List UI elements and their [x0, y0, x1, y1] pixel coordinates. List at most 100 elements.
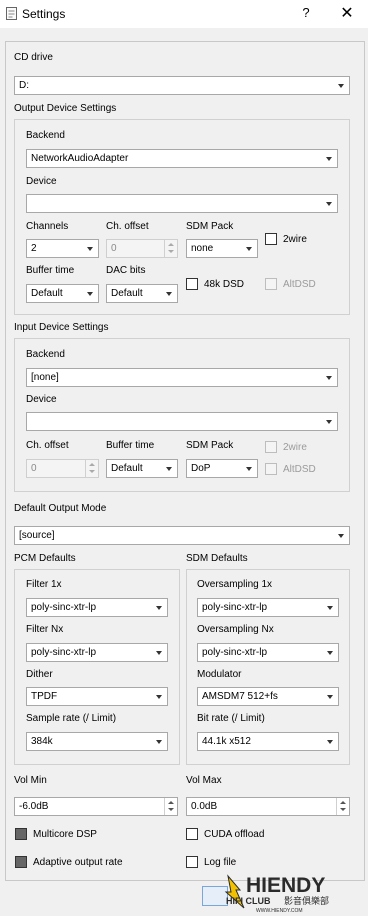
spin-up-icon	[168, 801, 174, 804]
dsd48k-label: 48k DSD	[204, 279, 245, 290]
vol-max-value: 0.0dB	[191, 801, 218, 812]
dsd48k-checkbox[interactable]	[186, 278, 198, 290]
output-device-settings-label: Output Device Settings	[14, 103, 117, 114]
input-altdsd-label: AltDSD	[283, 464, 316, 475]
input-buffer-time-select[interactable]: Default	[106, 459, 178, 478]
cuda-offload-checkbox[interactable]	[186, 828, 198, 840]
chevron-down-icon	[326, 420, 332, 424]
hiendy-watermark-logo: HIENDY HIFI CLUB 影音俱樂部 WWW.HIENDY.COM	[224, 874, 329, 914]
pcm-defaults-label: PCM Defaults	[14, 553, 76, 564]
default-output-mode-select[interactable]: [source]	[14, 526, 350, 545]
help-button[interactable]: ?	[298, 5, 314, 23]
sdm-defaults-label: SDM Defaults	[186, 553, 248, 564]
pcm-dither-label: Dither	[26, 669, 53, 680]
pcm-filter1x-value: poly-sinc-xtr-lp	[31, 602, 97, 613]
output-sdm-pack-select[interactable]: none	[186, 239, 258, 258]
input-ch-offset-value: 0	[31, 463, 37, 474]
sdm-bit-rate-label: Bit rate (/ Limit)	[197, 713, 265, 724]
channels-select[interactable]: 2	[26, 239, 99, 258]
log-file-label: Log file	[204, 857, 237, 868]
chevron-down-icon	[246, 247, 252, 251]
chevron-down-icon	[166, 292, 172, 296]
chevron-down-icon	[338, 84, 344, 88]
dac-bits-select[interactable]: Default	[106, 284, 178, 303]
club-cn-text: 影音俱樂部	[284, 895, 329, 907]
sdm-os1x-select[interactable]: poly-sinc-xtr-lp	[197, 598, 339, 617]
sdm-bit-rate-select[interactable]: 44.1k x512	[197, 732, 339, 751]
sdm-osnx-value: poly-sinc-xtr-lp	[202, 647, 268, 658]
chevron-down-icon	[326, 376, 332, 380]
pcm-sample-rate-select[interactable]: 384k	[26, 732, 168, 751]
input-ch-offset-spinbox[interactable]: 0	[26, 459, 99, 478]
window-title: Settings	[22, 7, 66, 21]
vol-min-value: -6.0dB	[19, 801, 49, 812]
title-bar: Settings ? ✕	[0, 0, 368, 28]
pcm-filternx-label: Filter Nx	[26, 624, 64, 635]
adaptive-output-rate-checkbox[interactable]	[15, 856, 27, 868]
output-buffer-time-label: Buffer time	[26, 265, 75, 276]
output-2wire-label: 2wire	[283, 234, 307, 245]
spin-up-icon	[340, 801, 346, 804]
pcm-filter1x-select[interactable]: poly-sinc-xtr-lp	[26, 598, 168, 617]
default-output-mode-label: Default Output Mode	[14, 503, 107, 514]
output-device-select[interactable]	[26, 194, 338, 213]
sdm-modulator-select[interactable]: AMSDM7 512+fs	[197, 687, 339, 706]
adaptive-output-rate-label: Adaptive output rate	[33, 857, 123, 868]
cd-drive-select[interactable]: D:	[14, 76, 350, 95]
output-altdsd-checkbox[interactable]	[265, 278, 277, 290]
app-icon	[6, 7, 17, 20]
input-buffer-time-value: Default	[111, 463, 143, 474]
output-ch-offset-spinbox[interactable]: 0	[106, 239, 178, 258]
vol-max-label: Vol Max	[186, 775, 222, 786]
input-altdsd-checkbox[interactable]	[265, 463, 277, 475]
chevron-down-icon	[338, 534, 344, 538]
input-backend-select[interactable]: [none]	[26, 368, 338, 387]
chevron-down-icon	[156, 740, 162, 744]
channels-value: 2	[31, 243, 37, 254]
input-sdm-pack-select[interactable]: DoP	[186, 459, 258, 478]
brand-text: HIENDY	[246, 874, 325, 897]
input-sdm-pack-label: SDM Pack	[186, 440, 234, 451]
log-file-checkbox[interactable]	[186, 856, 198, 868]
pcm-filternx-select[interactable]: poly-sinc-xtr-lp	[26, 643, 168, 662]
pcm-dither-value: TPDF	[31, 691, 58, 702]
chevron-down-icon	[326, 202, 332, 206]
input-device-select[interactable]	[26, 412, 338, 431]
chevron-down-icon	[156, 606, 162, 610]
club-text: HIFI CLUB	[226, 896, 271, 906]
dac-bits-value: Default	[111, 288, 143, 299]
output-buffer-time-select[interactable]: Default	[26, 284, 99, 303]
output-device-label: Device	[26, 176, 57, 187]
chevron-down-icon	[327, 695, 333, 699]
default-output-mode-value: [source]	[19, 530, 55, 541]
chevron-down-icon	[87, 247, 93, 251]
sdm-osnx-select[interactable]: poly-sinc-xtr-lp	[197, 643, 339, 662]
input-ch-offset-label: Ch. offset	[26, 440, 69, 451]
vol-min-spinbox[interactable]: -6.0dB	[14, 797, 178, 816]
spin-up-icon	[89, 463, 95, 466]
channels-label: Channels	[26, 221, 69, 232]
spin-up-icon	[168, 243, 174, 246]
input-2wire-label: 2wire	[283, 442, 307, 453]
input-device-settings-label: Input Device Settings	[14, 322, 109, 333]
cuda-offload-label: CUDA offload	[204, 829, 265, 840]
pcm-dither-select[interactable]: TPDF	[26, 687, 168, 706]
spin-down-icon	[168, 250, 174, 253]
input-2wire-checkbox[interactable]	[265, 441, 277, 453]
close-button[interactable]: ✕	[337, 4, 357, 24]
sdm-os1x-label: Oversampling 1x	[197, 579, 273, 590]
vol-max-spinbox[interactable]: 0.0dB	[186, 797, 350, 816]
output-backend-select[interactable]: NetworkAudioAdapter	[26, 149, 338, 168]
spin-down-icon	[89, 470, 95, 473]
sdm-osnx-label: Oversampling Nx	[197, 624, 274, 635]
input-sdm-pack-value: DoP	[191, 463, 211, 474]
multicore-dsp-label: Multicore DSP	[33, 829, 97, 840]
output-ch-offset-value: 0	[111, 243, 117, 254]
output-2wire-checkbox[interactable]	[265, 233, 277, 245]
url-text: WWW.HIENDY.COM	[256, 908, 303, 914]
output-backend-label: Backend	[26, 130, 65, 141]
input-backend-label: Backend	[26, 349, 65, 360]
multicore-dsp-checkbox[interactable]	[15, 828, 27, 840]
pcm-sample-rate-label: Sample rate (/ Limit)	[26, 713, 117, 724]
vol-min-label: Vol Min	[14, 775, 47, 786]
